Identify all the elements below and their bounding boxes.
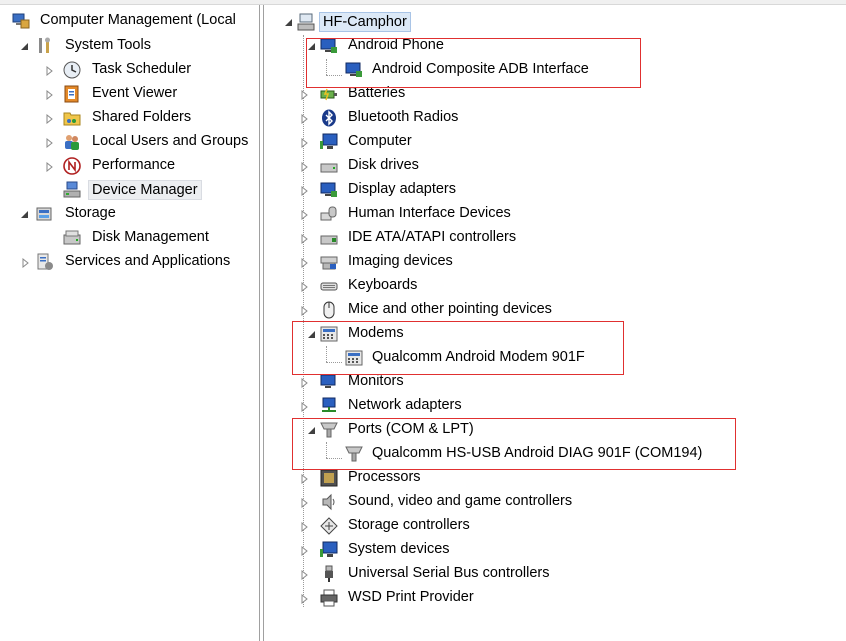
expanded-arrow-icon[interactable] [20, 42, 29, 51]
event-log-icon [64, 85, 79, 103]
device-category-label: Processors [348, 469, 421, 485]
collapsed-arrow-icon[interactable] [301, 258, 309, 268]
tree-label: Event Viewer [92, 85, 178, 101]
collapsed-arrow-icon[interactable] [301, 162, 309, 172]
device-category-label: Display adapters [348, 181, 456, 197]
collapsed-arrow-icon[interactable] [301, 474, 309, 484]
processor-icon [320, 469, 338, 487]
collapsed-arrow-icon[interactable] [301, 90, 309, 100]
tree-label: Storage [65, 205, 116, 221]
tree-label: Shared Folders [92, 109, 192, 125]
storage-icon [36, 207, 52, 221]
tree-label: Performance [92, 157, 176, 173]
collapsed-arrow-icon[interactable] [301, 210, 309, 220]
device-manager-icon [63, 181, 81, 198]
keyboard-icon [320, 282, 338, 291]
collapsed-arrow-icon[interactable] [301, 282, 309, 292]
device-category-label: Imaging devices [348, 253, 453, 269]
clock-icon [63, 61, 81, 79]
console-tree[interactable]: Computer Management (Local System Tools … [0, 5, 258, 641]
device-category-label: Sound, video and game controllers [348, 493, 573, 509]
collapsed-arrow-icon[interactable] [301, 138, 309, 148]
tree-label: Task Scheduler [92, 61, 192, 77]
device-category-label: Universal Serial Bus controllers [348, 565, 550, 581]
collapsed-arrow-icon[interactable] [301, 378, 309, 388]
tree-label: System Tools [65, 37, 151, 53]
collapsed-arrow-icon[interactable] [301, 306, 309, 316]
tree-label: Local Users and Groups [92, 133, 249, 149]
tree-label: Disk Management [92, 229, 209, 245]
device-category-label: Disk drives [348, 157, 419, 173]
highlight-box-ports [292, 418, 736, 470]
monitor-icon [320, 374, 336, 388]
computer-management-icon [12, 13, 30, 29]
device-category-label: WSD Print Provider [348, 589, 474, 605]
collapsed-arrow-icon[interactable] [301, 114, 309, 124]
mouse-icon [323, 301, 335, 319]
device-category-label: Human Interface Devices [348, 205, 511, 221]
sound-icon [322, 493, 335, 511]
collapsed-arrow-icon[interactable] [22, 258, 30, 268]
tree-label: Computer Management (Local [40, 12, 236, 28]
hid-icon [320, 206, 337, 221]
shared-folder-icon [63, 112, 81, 126]
device-category-label: Network adapters [348, 397, 462, 413]
collapsed-arrow-icon[interactable] [301, 498, 309, 508]
collapsed-arrow-icon[interactable] [301, 402, 309, 412]
collapsed-arrow-icon[interactable] [301, 570, 309, 580]
services-icon [37, 253, 53, 270]
collapsed-arrow-icon[interactable] [46, 90, 54, 100]
monitor-icon [320, 541, 338, 557]
collapsed-arrow-icon[interactable] [46, 114, 54, 124]
camera-icon [320, 256, 338, 270]
device-category-label: System devices [348, 541, 450, 557]
device-category-label: Mice and other pointing devices [348, 301, 552, 317]
network-icon [322, 397, 336, 412]
highlight-box-android [306, 38, 641, 88]
device-category-label: Storage controllers [348, 517, 470, 533]
device-category-label: Computer [348, 133, 412, 149]
collapsed-arrow-icon[interactable] [301, 186, 309, 196]
usb-icon [325, 565, 333, 582]
collapsed-arrow-icon[interactable] [46, 66, 54, 76]
ide-icon [320, 235, 338, 245]
collapsed-arrow-icon[interactable] [301, 546, 309, 556]
drive-icon [320, 163, 338, 173]
bluetooth-icon [322, 109, 336, 127]
collapsed-arrow-icon[interactable] [301, 522, 309, 532]
device-tree[interactable]: HF-Camphor Android Phone Android Composi… [264, 5, 846, 641]
tools-icon [39, 37, 50, 53]
computer-icon [297, 13, 315, 31]
device-category-label: Bluetooth Radios [348, 109, 459, 125]
device-category-label: Keyboards [348, 277, 418, 293]
device-root-label: HF-Camphor [319, 12, 411, 32]
storage-controller-icon [320, 517, 338, 535]
collapsed-arrow-icon[interactable] [301, 594, 309, 604]
printer-icon [320, 589, 338, 607]
disk-icon [63, 230, 81, 245]
collapsed-arrow-icon[interactable] [46, 162, 54, 172]
device-category-label: IDE ATA/ATAPI controllers [348, 229, 517, 245]
highlight-box-modems [292, 321, 624, 375]
tree-label: Services and Applications [65, 253, 231, 269]
collapsed-arrow-icon[interactable] [301, 234, 309, 244]
performance-icon [63, 157, 81, 175]
expanded-arrow-icon[interactable] [284, 18, 293, 27]
tree-label: Device Manager [88, 180, 202, 200]
expanded-arrow-icon[interactable] [20, 210, 29, 219]
collapsed-arrow-icon[interactable] [46, 138, 54, 148]
monitor-icon [320, 133, 338, 149]
device-category-label: Monitors [348, 373, 404, 389]
monitor-icon [320, 182, 337, 197]
users-icon [65, 135, 79, 150]
